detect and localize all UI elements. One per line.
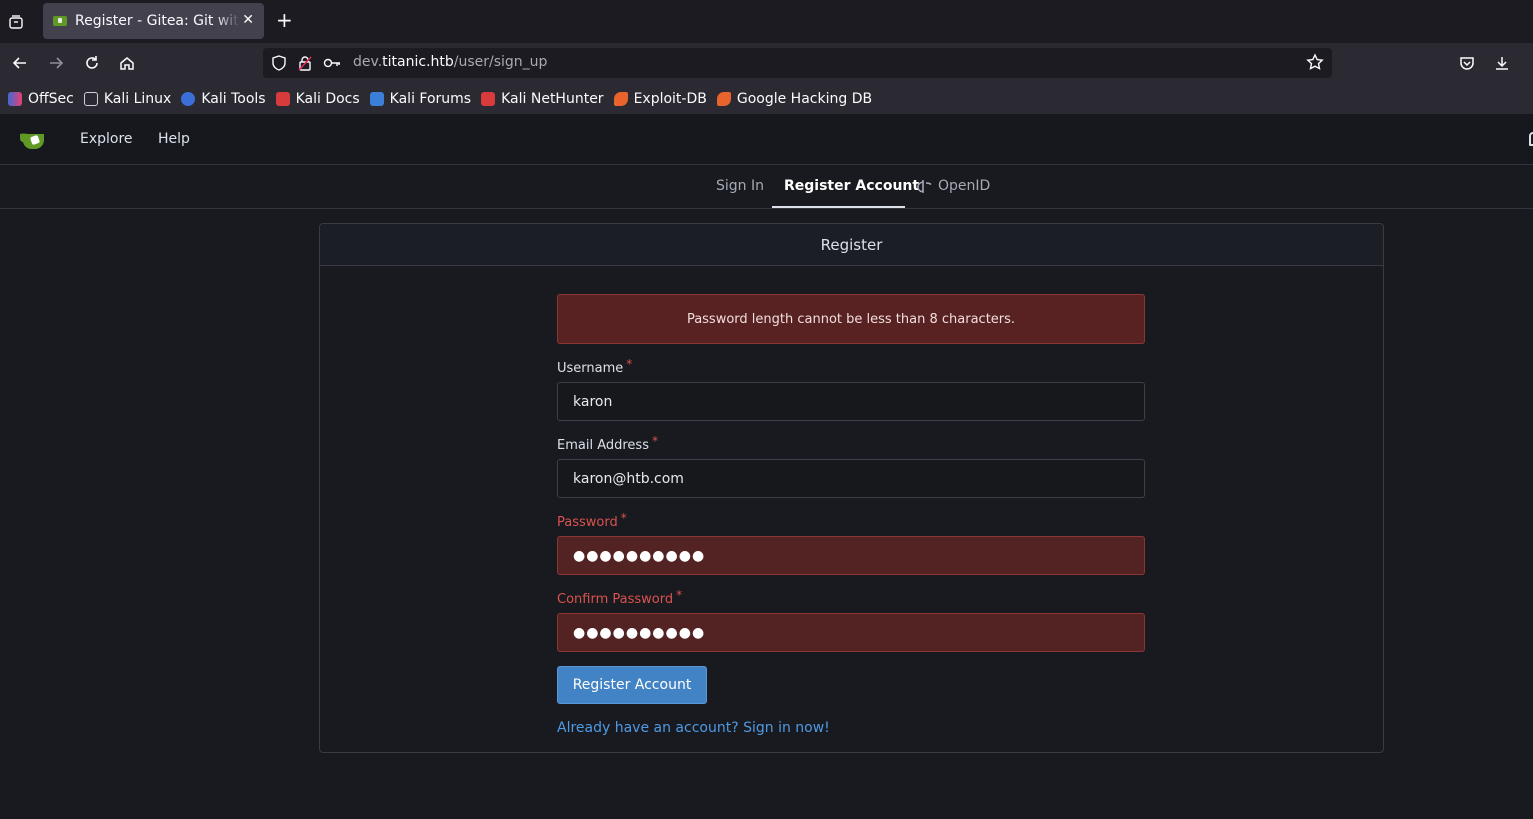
back-icon[interactable] xyxy=(10,53,30,73)
tab-title: Register - Gitea: Git with a cup of tea xyxy=(75,13,240,29)
openid-icon xyxy=(917,180,932,193)
username-field[interactable]: karon xyxy=(557,382,1145,421)
bookmark-exploit-db[interactable]: Exploit-DB xyxy=(613,91,707,107)
forward-icon[interactable] xyxy=(46,53,66,73)
shield-icon[interactable] xyxy=(271,55,287,75)
bookmark-star-icon[interactable] xyxy=(1306,53,1324,75)
kali-forums-icon xyxy=(369,91,384,106)
ghdb-icon xyxy=(716,91,731,106)
bookmark-kali-docs[interactable]: Kali Docs xyxy=(275,91,360,107)
url-bar[interactable]: dev.titanic.htb/user/sign_up xyxy=(263,48,1332,78)
nav-explore[interactable]: Explore xyxy=(80,131,133,147)
required-mark: * xyxy=(676,588,683,602)
active-tab-indicator xyxy=(772,206,905,208)
auth-tabs: Sign In Register Account OpenID xyxy=(0,165,1533,209)
username-label: Username * xyxy=(557,357,633,376)
browser-nav-bar: dev.titanic.htb/user/sign_up xyxy=(0,43,1533,83)
bookmark-kali-nethunter[interactable]: Kali NetHunter xyxy=(481,91,604,107)
bookmark-kali-linux[interactable]: Kali Linux xyxy=(83,91,171,107)
browser-tab-bar: Register - Gitea: Git with a cup of tea … xyxy=(0,0,1533,43)
password-field[interactable]: ●●●●●●●●●● xyxy=(557,536,1145,575)
offsec-icon xyxy=(8,91,22,106)
browser-tab-active[interactable]: Register - Gitea: Git with a cup of tea … xyxy=(43,3,264,39)
bookmarks-toolbar: OffSec Kali Linux Kali Tools Kali Docs K… xyxy=(0,83,1533,114)
tab-sign-in[interactable]: Sign In xyxy=(716,178,764,194)
tab-list-icon[interactable] xyxy=(0,0,32,43)
exploit-db-icon xyxy=(613,91,628,106)
gitea-navbar: Explore Help xyxy=(0,114,1533,165)
home-icon[interactable] xyxy=(117,53,137,73)
gitea-favicon-icon xyxy=(53,16,67,26)
email-label: Email Address * xyxy=(557,434,658,453)
gitea-page: Explore Help Sign In Register Account Op… xyxy=(0,114,1533,819)
download-icon[interactable] xyxy=(1492,53,1512,73)
gitea-logo-icon[interactable] xyxy=(19,130,49,150)
new-tab-icon[interactable]: + xyxy=(276,10,293,30)
sign-in-icon[interactable] xyxy=(1529,132,1533,146)
email-field[interactable]: karon@htb.com xyxy=(557,459,1145,498)
required-mark: * xyxy=(651,434,658,448)
register-account-button[interactable]: Register Account xyxy=(557,666,707,704)
sign-in-link[interactable]: Already have an account? Sign in now! xyxy=(557,720,830,736)
bookmark-offsec[interactable]: OffSec xyxy=(8,91,74,107)
bookmark-google-hacking-db[interactable]: Google Hacking DB xyxy=(716,91,872,107)
url-text[interactable]: dev.titanic.htb/user/sign_up xyxy=(353,54,547,70)
card-title: Register xyxy=(320,224,1383,266)
tab-openid-label: OpenID xyxy=(938,178,991,194)
kali-dragon-icon xyxy=(83,91,98,106)
nav-help[interactable]: Help xyxy=(158,131,190,147)
close-tab-icon[interactable]: ✕ xyxy=(242,12,254,28)
bookmark-kali-forums[interactable]: Kali Forums xyxy=(369,91,471,107)
pocket-icon[interactable] xyxy=(1457,53,1477,73)
tab-register-account[interactable]: Register Account xyxy=(784,178,919,194)
register-card: Register Password length cannot be less … xyxy=(319,223,1384,753)
bookmark-kali-tools[interactable]: Kali Tools xyxy=(181,91,266,107)
required-mark: * xyxy=(626,357,633,371)
kali-tools-icon xyxy=(181,91,196,106)
kali-nethunter-icon xyxy=(481,91,496,106)
lock-insecure-icon[interactable] xyxy=(297,55,313,75)
required-mark: * xyxy=(620,511,627,525)
error-alert: Password length cannot be less than 8 ch… xyxy=(557,294,1145,344)
key-icon[interactable] xyxy=(323,55,341,75)
confirm-password-field[interactable]: ●●●●●●●●●● xyxy=(557,613,1145,652)
confirm-password-label: Confirm Password * xyxy=(557,588,683,607)
kali-docs-icon xyxy=(275,91,290,106)
tab-openid[interactable]: OpenID xyxy=(917,178,990,194)
reload-icon[interactable] xyxy=(82,53,102,73)
password-label: Password * xyxy=(557,511,627,530)
